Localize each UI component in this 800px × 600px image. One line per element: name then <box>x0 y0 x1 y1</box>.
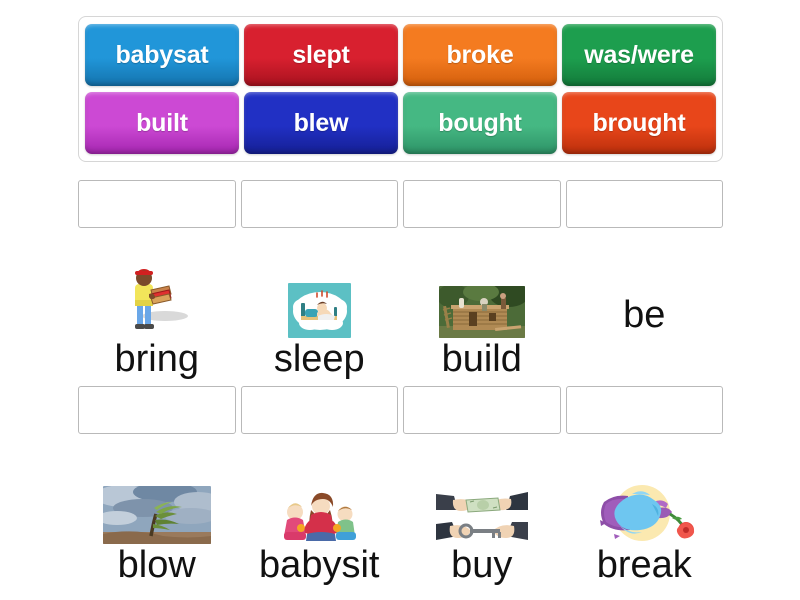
dropzone-babysit[interactable] <box>240 386 398 434</box>
word-tile-built[interactable]: built <box>85 92 239 154</box>
answer-item-be: be <box>565 180 723 380</box>
media-build <box>403 228 561 340</box>
answer-row-1: bring sleep build be <box>78 180 723 380</box>
media-babysit <box>241 434 399 546</box>
pizza-delivery-person-icon <box>134 269 188 329</box>
shattering-vase-icon <box>600 485 695 541</box>
word-tile-label: broke <box>446 40 514 69</box>
word-label-be: be <box>623 294 666 336</box>
answer-item-blow: blow <box>78 386 236 586</box>
word-tile-bought[interactable]: bought <box>403 92 557 154</box>
media-break <box>566 434 724 546</box>
dropzone-be[interactable] <box>565 180 723 228</box>
word-tile-label: brought <box>592 108 686 137</box>
hands-exchanging-money-key-icon <box>435 488 528 544</box>
dropzone-buy[interactable] <box>403 386 561 434</box>
media-blow <box>78 434 236 546</box>
word-label-bring: bring <box>114 338 200 380</box>
dropzone-sleep[interactable] <box>240 180 398 228</box>
word-tile-label: slept <box>292 40 350 69</box>
word-label-break: break <box>596 544 692 586</box>
word-tile-label: bought <box>438 108 522 137</box>
word-tile-blew[interactable]: blew <box>244 92 398 154</box>
answer-item-break: break <box>565 386 724 586</box>
wooden-cabin-construction-icon <box>438 286 525 338</box>
word-label-babysit: babysit <box>259 544 380 586</box>
word-label-blow: blow <box>117 544 196 586</box>
media-bring <box>78 228 236 340</box>
dropzone-bring[interactable] <box>78 180 236 228</box>
media-buy <box>403 434 561 546</box>
word-tile-babysat[interactable]: babysat <box>85 24 239 86</box>
answer-item-build: build <box>403 180 561 380</box>
dropzone-break[interactable] <box>565 386 723 434</box>
answer-item-babysit: babysit <box>240 386 399 586</box>
word-tile-label: was/were <box>584 40 694 69</box>
answer-item-bring: bring <box>78 180 236 380</box>
word-label-buy: buy <box>451 544 513 586</box>
word-tile-brought[interactable]: brought <box>562 92 716 154</box>
match-up-board: babysat slept broke was/were built blew … <box>0 0 800 600</box>
word-tile-label: blew <box>293 108 349 137</box>
word-bank-row-1: babysat slept broke was/were <box>85 24 716 86</box>
dropzone-build[interactable] <box>403 180 561 228</box>
answer-row-2: blow babysit buy break <box>78 386 723 586</box>
babysitter-with-children-icon <box>271 488 368 544</box>
dropzone-blow[interactable] <box>78 386 236 434</box>
word-label-build: build <box>441 338 522 380</box>
answer-item-buy: buy <box>403 386 561 586</box>
windswept-tree-storm-icon <box>102 486 211 544</box>
word-tile-slept[interactable]: slept <box>244 24 398 86</box>
person-sleeping-in-bed-icon <box>287 283 351 338</box>
word-tile-label: babysat <box>115 40 209 69</box>
word-tile-broke[interactable]: broke <box>403 24 557 86</box>
word-bank: babysat slept broke was/were built blew … <box>78 16 723 162</box>
answer-item-sleep: sleep <box>240 180 399 380</box>
media-sleep <box>241 228 399 340</box>
word-label-sleep: sleep <box>273 338 365 380</box>
word-tile-was-were[interactable]: was/were <box>562 24 716 86</box>
word-tile-label: built <box>136 108 188 137</box>
word-bank-row-2: built blew bought brought <box>85 92 716 154</box>
